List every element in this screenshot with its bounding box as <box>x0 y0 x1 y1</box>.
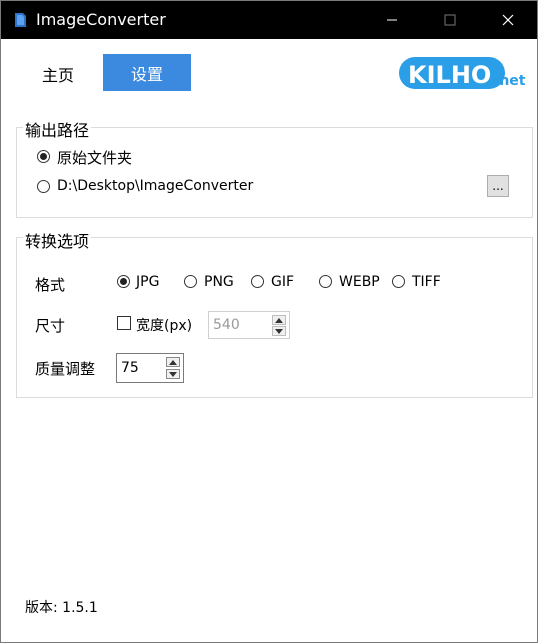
original-folder-label[interactable]: 原始文件夹 <box>57 147 132 168</box>
width-value: 540 <box>213 317 240 333</box>
arrow-down-icon <box>275 328 283 334</box>
app-window: ImageConverter 主页 设置 KILHO .net 输出路径 原始文… <box>0 0 538 643</box>
width-decrement-button[interactable] <box>272 326 286 336</box>
output-path-group <box>16 127 533 218</box>
minimize-button[interactable] <box>363 1 421 39</box>
radio-custom-folder[interactable] <box>37 180 50 193</box>
tab-settings[interactable]: 设置 <box>103 54 191 91</box>
format-gif-label[interactable]: GIF <box>271 274 294 290</box>
radio-original-folder[interactable] <box>37 150 50 163</box>
custom-folder-path[interactable]: D:\Desktop\ImageConverter <box>57 178 253 194</box>
browse-button[interactable]: ... <box>487 175 509 197</box>
radio-format-jpg[interactable] <box>117 275 130 288</box>
convert-options-label: 转换选项 <box>23 228 92 252</box>
output-path-label: 输出路径 <box>23 117 92 141</box>
radio-format-gif[interactable] <box>251 275 264 288</box>
maximize-button[interactable] <box>421 1 479 39</box>
quality-spinner[interactable]: 75 <box>116 353 184 383</box>
radio-format-webp[interactable] <box>319 275 332 288</box>
tab-home[interactable]: 主页 <box>27 56 89 92</box>
kilho-logo: KILHO .net <box>399 57 526 89</box>
radio-format-tiff[interactable] <box>392 275 405 288</box>
version-text: 版本: 1.5.1 <box>25 600 98 616</box>
width-spinner[interactable]: 540 <box>208 311 290 339</box>
quality-label: 质量调整 <box>35 360 96 378</box>
arrow-down-icon <box>169 371 177 377</box>
format-png-label[interactable]: PNG <box>204 274 234 290</box>
format-webp-label[interactable]: WEBP <box>339 274 380 290</box>
close-button[interactable] <box>479 1 537 39</box>
minimize-icon <box>387 19 397 21</box>
logo-main-text: KILHO <box>408 61 491 89</box>
width-label[interactable]: 宽度(px) <box>136 315 192 335</box>
quality-decrement-button[interactable] <box>166 369 180 379</box>
title-bar: ImageConverter <box>1 1 537 39</box>
size-label: 尺寸 <box>35 317 66 335</box>
quality-value: 75 <box>121 360 139 376</box>
radio-format-png[interactable] <box>184 275 197 288</box>
logo-suffix-text: .net <box>494 73 526 89</box>
format-tiff-label[interactable]: TIFF <box>412 274 441 290</box>
quality-increment-button[interactable] <box>166 357 180 367</box>
app-icon <box>15 13 26 27</box>
width-increment-button[interactable] <box>272 315 286 325</box>
maximize-icon <box>444 14 456 26</box>
format-jpg-label[interactable]: JPG <box>136 274 159 290</box>
arrow-up-icon <box>169 359 177 365</box>
width-checkbox[interactable] <box>117 316 131 330</box>
window-title: ImageConverter <box>36 10 166 29</box>
arrow-up-icon <box>275 317 283 323</box>
close-icon <box>502 14 514 26</box>
format-label: 格式 <box>35 276 66 294</box>
